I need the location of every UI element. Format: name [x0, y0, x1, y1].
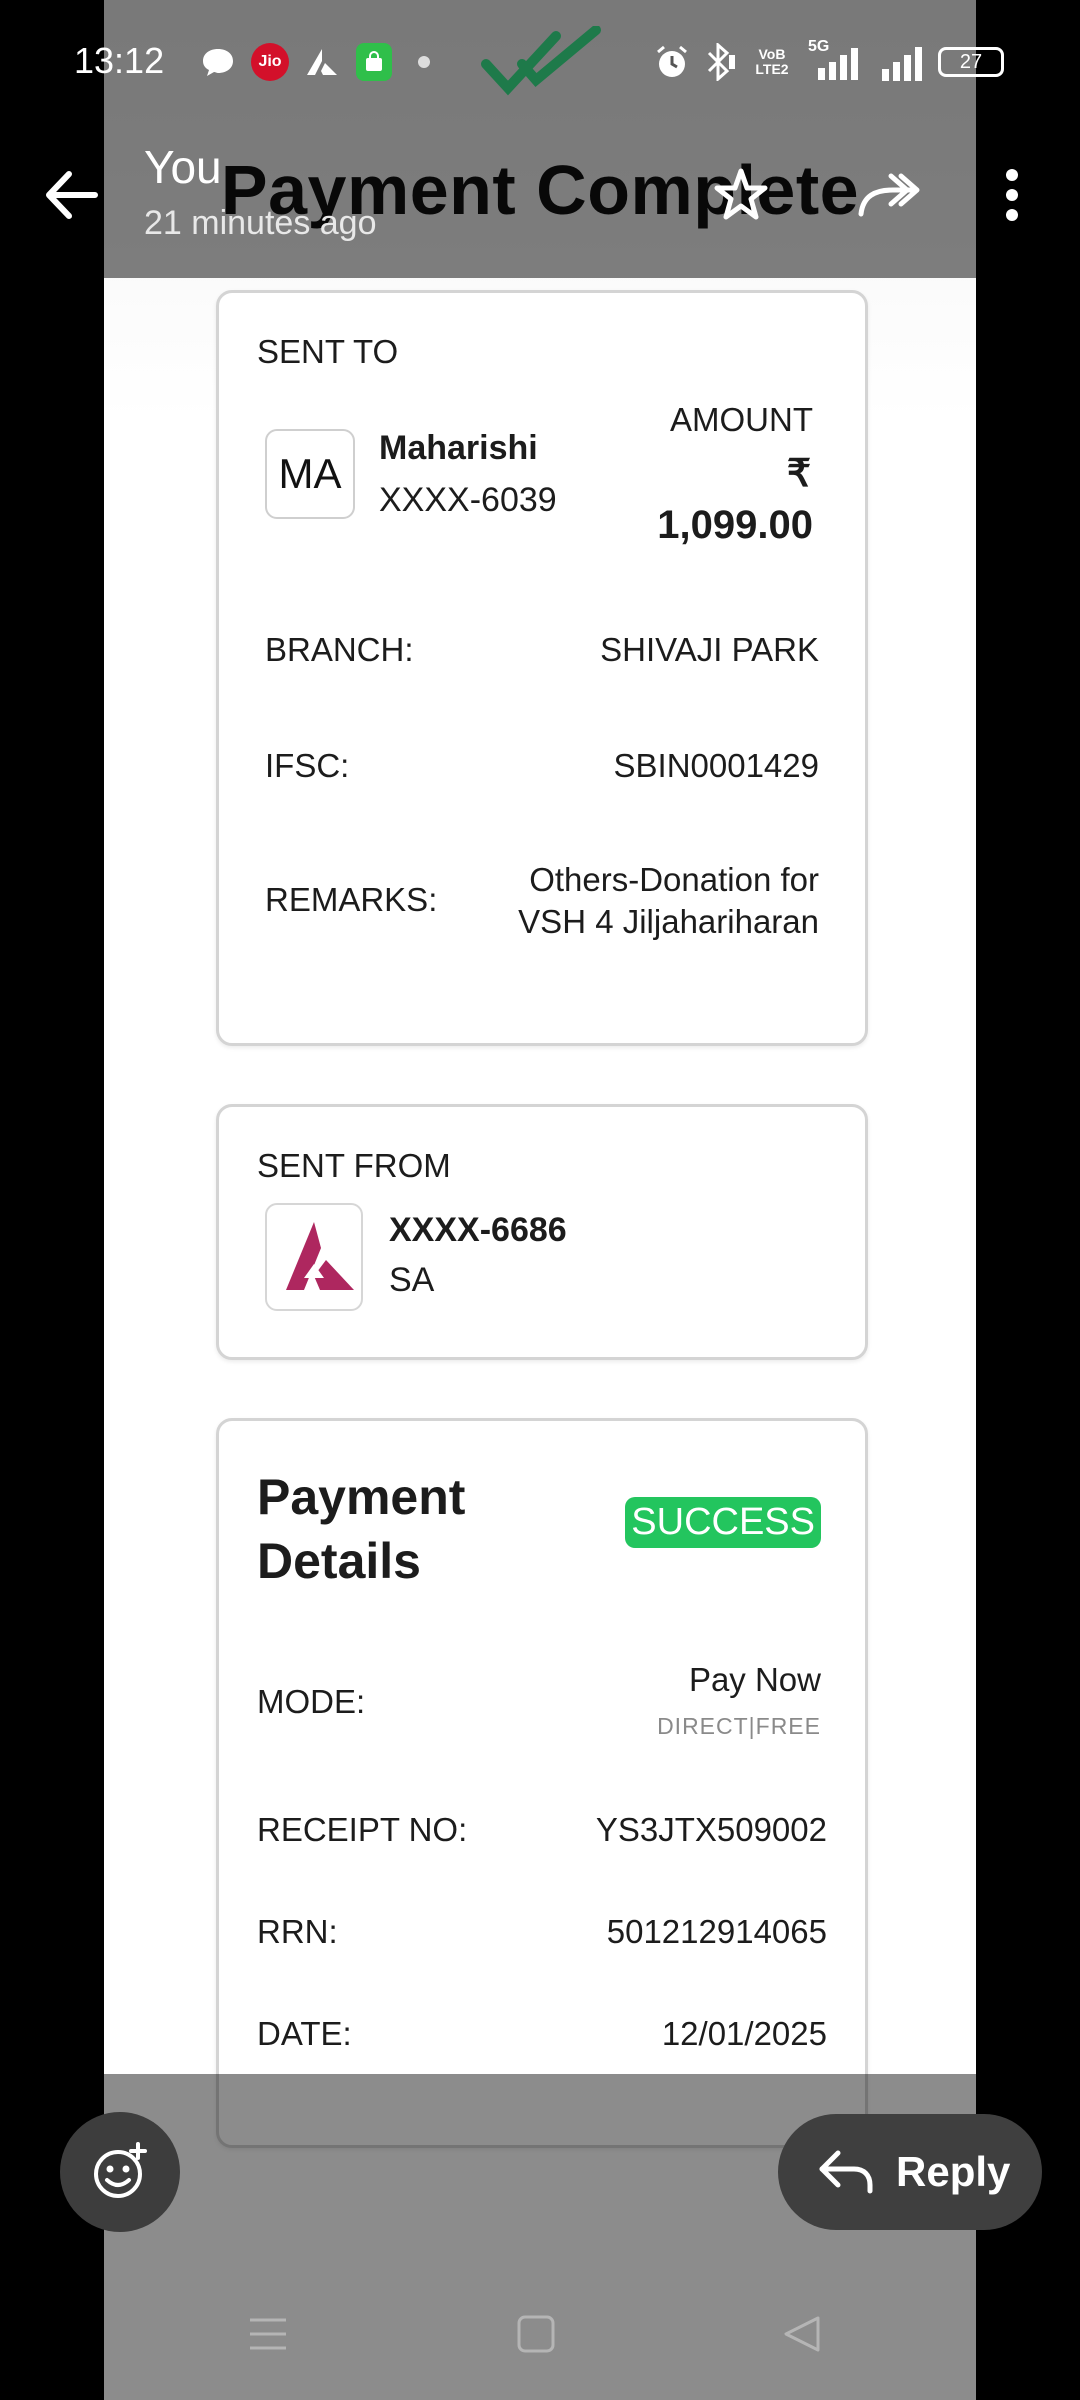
signal-5g-icon: 5G	[804, 38, 866, 84]
status-time: 13:12	[74, 40, 165, 81]
more-options-button[interactable]	[990, 160, 1034, 230]
remarks-label: REMARKS:	[265, 881, 438, 918]
reply-button[interactable]: Reply	[778, 2114, 1042, 2230]
receipt-no-value: YS3JTX509002	[595, 1811, 827, 1848]
mode-subtext: DIRECT|FREE	[657, 1713, 821, 1739]
shared-image: Payment Complete SENT TO MA Maharishi XX…	[104, 0, 976, 2400]
currency-symbol: ₹	[786, 453, 811, 495]
nav-home-button[interactable]	[506, 2304, 566, 2364]
menu-icon	[250, 2318, 286, 2350]
star-icon	[714, 168, 768, 220]
payment-details-title-line2: Details	[257, 1533, 421, 1589]
amount-label: AMOUNT	[670, 401, 813, 438]
status-bar: 13:12 Jio VoB LTE2 5G 27	[0, 0, 1080, 126]
forward-icon	[858, 173, 920, 217]
remarks-line2: VSH 4 Jiljahariharan	[518, 903, 819, 940]
sent-from-card: SENT FROM XXXX-6686 SA	[216, 1104, 868, 1360]
alarm-icon	[652, 40, 692, 84]
nav-menu-button[interactable]	[238, 2304, 298, 2364]
sender-account: XXXX-6686	[389, 1211, 567, 1249]
rrn-value: 501212914065	[606, 1913, 827, 1950]
payment-details-card: Payment Details SUCCESS MODE: Pay Now DI…	[216, 1418, 868, 2148]
battery-level: 27	[938, 47, 1004, 77]
notification-dot-icon	[412, 40, 436, 84]
date-value: 12/01/2025	[661, 2015, 827, 2052]
recipient-account: XXXX-6039	[379, 481, 557, 519]
back-triangle-icon	[784, 2316, 820, 2352]
bank-logo	[265, 1203, 363, 1311]
app-a-icon	[302, 40, 342, 84]
star-button[interactable]	[706, 160, 776, 230]
sent-to-label: SENT TO	[257, 333, 399, 370]
sent-to-card: SENT TO MA Maharishi XXXX-6039 AMOUNT ₹ …	[216, 290, 868, 1046]
shopping-bag-icon	[354, 40, 394, 84]
branch-value: SHIVAJI PARK	[600, 631, 819, 668]
recipient-avatar: MA	[265, 429, 355, 519]
reply-arrow-icon	[819, 2150, 873, 2194]
bluetooth-icon	[700, 40, 740, 84]
volte-indicator: VoB LTE2	[755, 46, 789, 77]
ifsc-value: SBIN0001429	[613, 747, 820, 784]
payment-details-title-line1: Payment	[257, 1469, 466, 1525]
emoji-add-icon	[94, 2142, 147, 2198]
rrn-label: RRN:	[257, 1913, 338, 1950]
nav-back-button[interactable]	[772, 2304, 832, 2364]
home-square-icon	[517, 2315, 555, 2353]
amount-value: 1,099.00	[657, 503, 813, 547]
ifsc-label: IFSC:	[265, 747, 350, 784]
recipient-name: Maharishi	[379, 429, 538, 467]
message-bubble-icon	[198, 40, 238, 84]
jio-icon: Jio	[250, 40, 290, 84]
remarks-line1: Others-Donation for	[529, 861, 819, 898]
back-button[interactable]	[36, 160, 106, 230]
mode-label: MODE:	[257, 1683, 366, 1720]
sender-name: SA	[389, 1261, 435, 1299]
payment-details-title: Payment Details	[257, 1465, 465, 1593]
branch-label: BRANCH:	[265, 631, 414, 668]
battery-icon: 27	[936, 40, 1006, 84]
signal-icon	[880, 40, 928, 84]
receipt-no-label: RECEIPT NO:	[257, 1811, 468, 1848]
status-badge: SUCCESS	[625, 1497, 821, 1548]
bank-logo-icon	[286, 1222, 354, 1290]
more-vert-icon	[1006, 169, 1018, 221]
message-timestamp: 21 minutes ago	[144, 204, 377, 242]
date-label: DATE:	[257, 2015, 352, 2052]
back-arrow-icon	[46, 171, 98, 219]
double-check-logo-icon	[478, 22, 604, 102]
carrier-badge: Jio	[251, 43, 289, 81]
forward-button[interactable]	[850, 160, 930, 230]
reply-label: Reply	[896, 2148, 1011, 2195]
mode-value: Pay Now	[688, 1661, 821, 1698]
avatar-initials: MA	[278, 450, 342, 497]
emoji-react-button[interactable]	[60, 2112, 180, 2232]
sender-name-header: You	[144, 141, 222, 193]
sent-from-label: SENT FROM	[257, 1147, 451, 1184]
